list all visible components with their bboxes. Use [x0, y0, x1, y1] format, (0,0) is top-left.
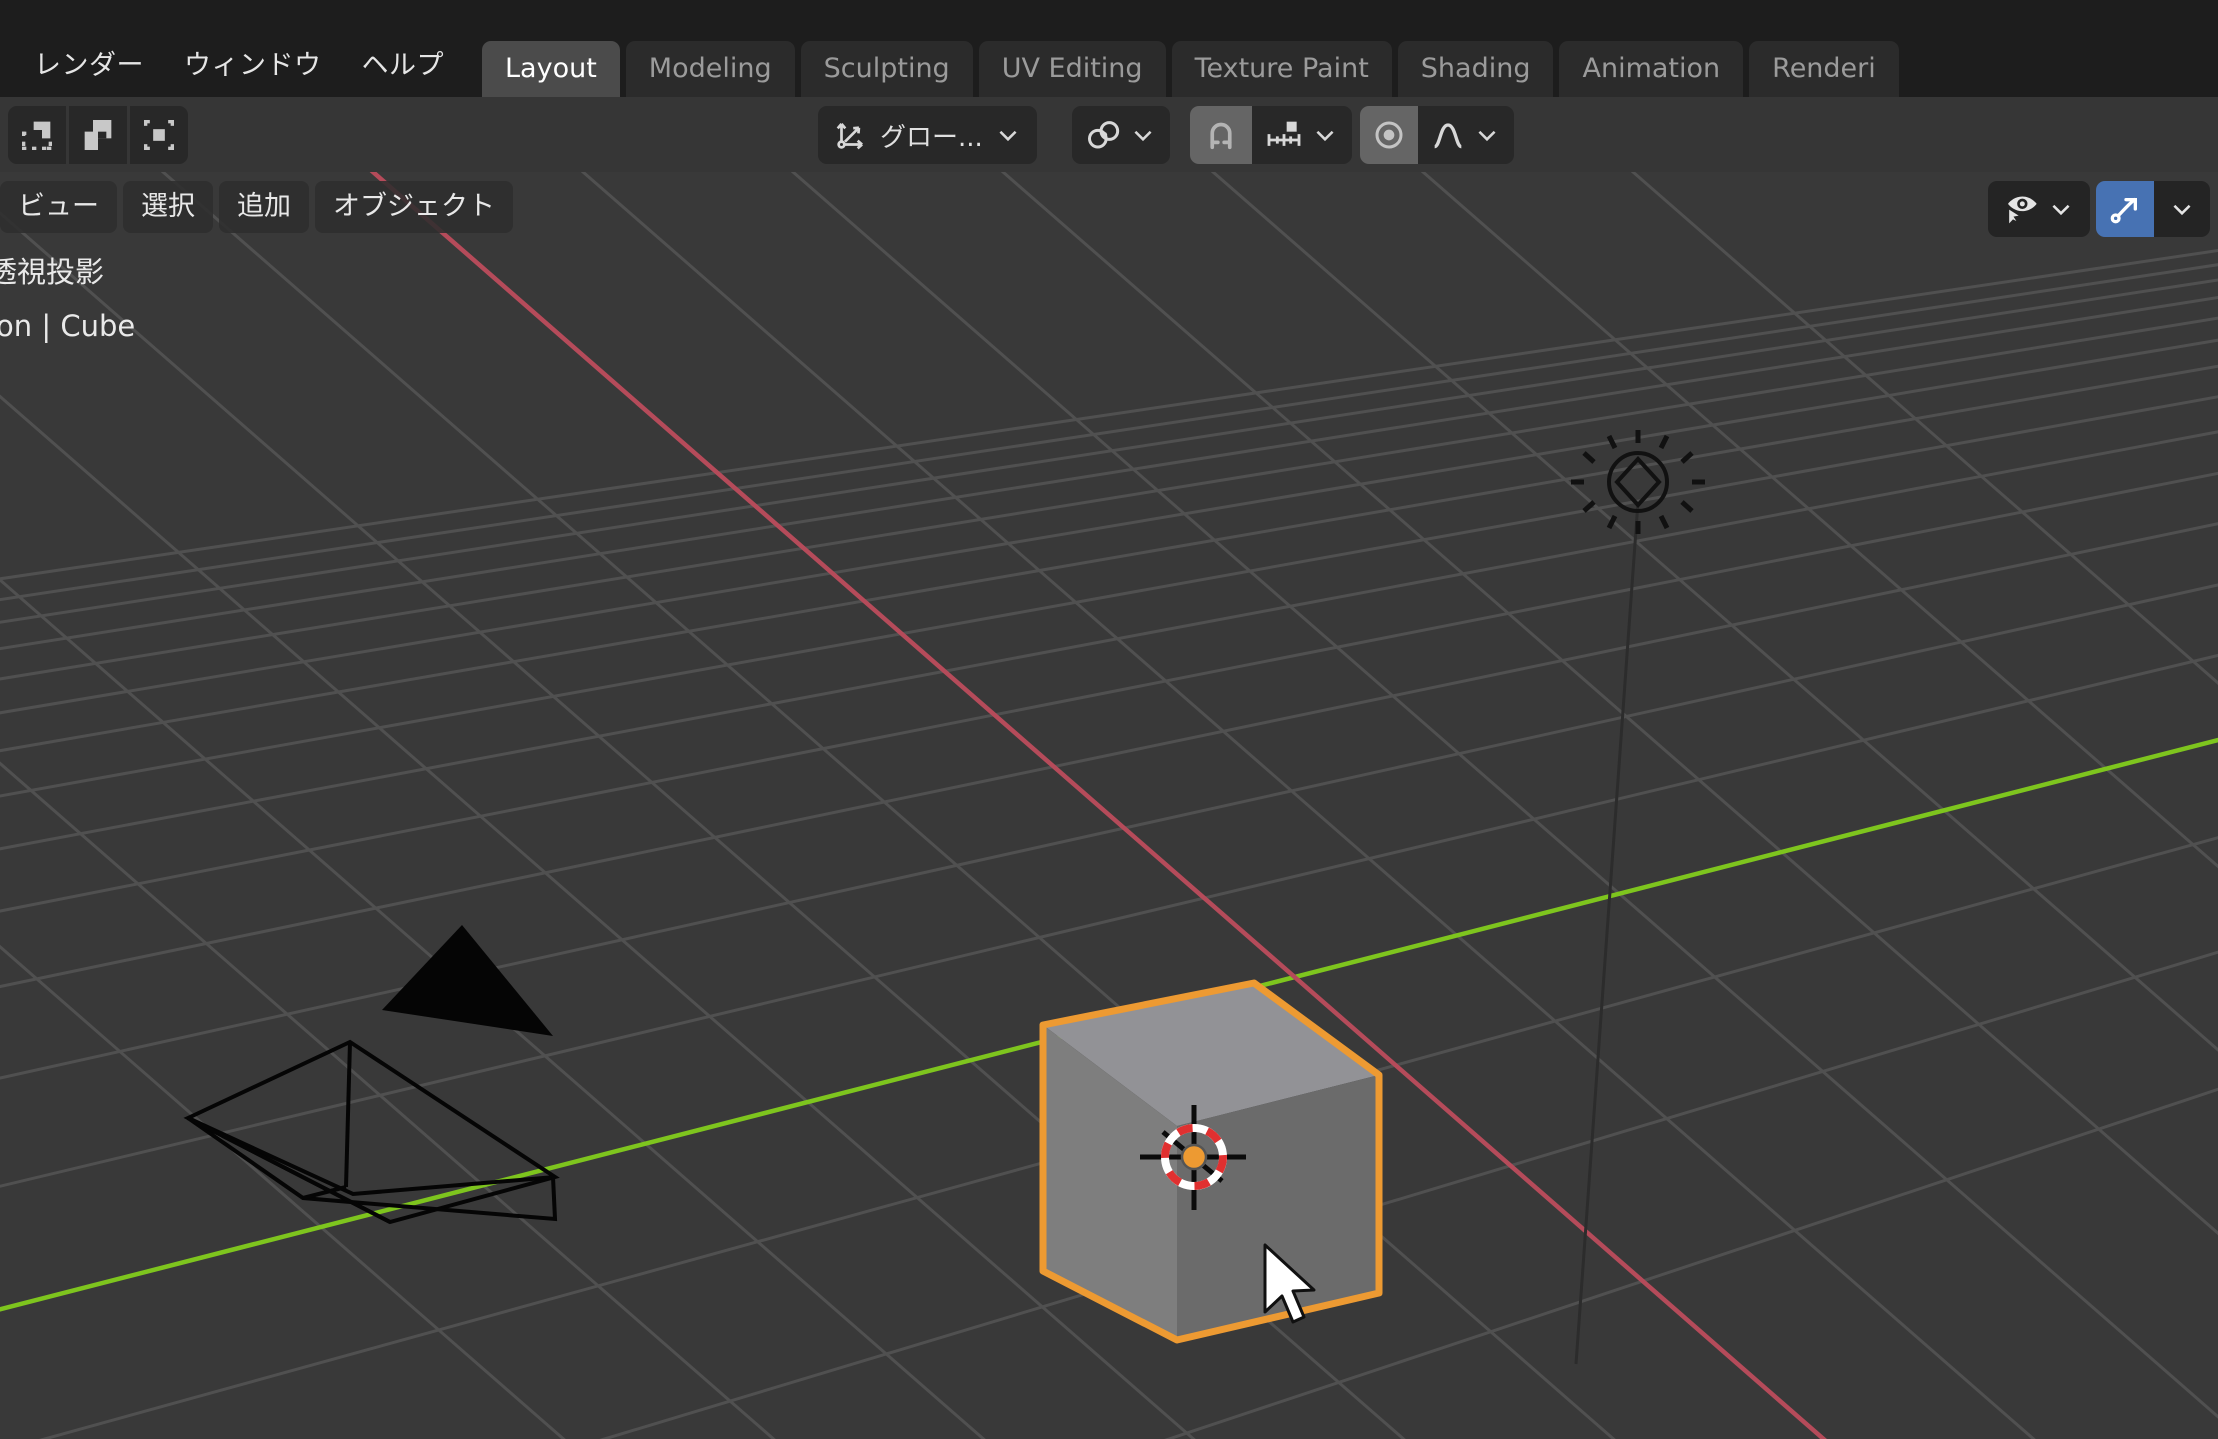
snap-toggle-button[interactable]: [1190, 106, 1252, 164]
tab-layout[interactable]: Layout: [482, 41, 620, 97]
select-mode-group: [8, 106, 188, 164]
transform-orientation-icon: [836, 123, 863, 150]
chevron-down-icon: [999, 130, 1017, 142]
viewport-header: ビュー 選択 追加 オブジェクト: [0, 172, 2218, 242]
proportional-editing-icon: [1375, 121, 1403, 149]
blender-window: レンダー ウィンドウ ヘルプ Layout Modeling Sculpting…: [0, 0, 2218, 1439]
tool-header: グロー...: [0, 97, 2218, 172]
chevron-down-icon: [1316, 130, 1334, 142]
topbar-menu-group: レンダー ウィンドウ ヘルプ: [0, 35, 464, 97]
visibility-dropdown-button[interactable]: [1988, 181, 2090, 237]
viewport-header-right: [1988, 181, 2210, 237]
proportional-falloff-dropdown[interactable]: [1418, 106, 1514, 164]
object-origin-dot: [1180, 1143, 1208, 1171]
snap-target-dropdown[interactable]: [1252, 106, 1352, 164]
select-subtract-icon: [144, 120, 174, 150]
tab-texture-paint[interactable]: Texture Paint: [1171, 41, 1392, 97]
tab-animation[interactable]: Animation: [1559, 41, 1744, 97]
tab-rendering[interactable]: Renderi: [1749, 41, 1899, 97]
viewport-scene: [0, 172, 2218, 1439]
gizmo-toggle-button[interactable]: [2096, 181, 2154, 237]
smooth-falloff-curve-icon: [1433, 123, 1463, 149]
viewport-menu-object[interactable]: オブジェクト: [315, 181, 513, 233]
viewport-menu-select[interactable]: 選択: [123, 181, 213, 233]
pivot-point-icon: [1088, 121, 1120, 149]
select-set-icon: [22, 121, 52, 150]
chevron-down-icon: [2052, 204, 2070, 216]
gizmo-icon: [2110, 198, 2137, 224]
gizmo-dropdown-button[interactable]: [2154, 181, 2210, 237]
proportional-editing-toggle[interactable]: [1360, 106, 1418, 164]
transform-orientation-group: グロー...: [818, 106, 1037, 164]
chevron-down-icon: [2173, 204, 2191, 216]
tab-uv-editing[interactable]: UV Editing: [978, 41, 1166, 97]
cube-object[interactable]: [1039, 979, 1383, 1344]
menu-render[interactable]: レンダー: [14, 35, 164, 97]
pivot-point-dropdown[interactable]: [1072, 106, 1170, 164]
snap-group: [1190, 106, 1352, 164]
chevron-down-icon: [1478, 130, 1496, 142]
transform-orientation-dropdown[interactable]: グロー...: [818, 106, 1037, 164]
select-extend-icon: [84, 120, 112, 150]
select-subtract-button[interactable]: [130, 106, 188, 164]
magnet-icon: [1210, 122, 1232, 150]
visibility-eye-icon: [2008, 196, 2037, 224]
workspace-tabs: Layout Modeling Sculpting UV Editing Tex…: [482, 35, 1905, 97]
proportional-editing-group: [1360, 106, 1514, 164]
snap-increment-icon: [1267, 121, 1301, 146]
transform-orientation-label: グロー...: [880, 122, 983, 153]
3d-viewport[interactable]: ビュー 選択 追加 オブジェクト 透視投影 ion | Cube: [0, 172, 2218, 1439]
viewport-menu-add[interactable]: 追加: [219, 181, 309, 233]
viewport-menu-view[interactable]: ビュー: [0, 181, 117, 233]
tab-sculpting[interactable]: Sculpting: [800, 41, 973, 97]
topbar: レンダー ウィンドウ ヘルプ Layout Modeling Sculpting…: [0, 35, 2218, 97]
tab-modeling[interactable]: Modeling: [625, 41, 795, 97]
menu-window[interactable]: ウィンドウ: [164, 35, 342, 97]
chevron-down-icon: [1134, 130, 1152, 142]
menu-help[interactable]: ヘルプ: [342, 35, 465, 97]
select-set-button[interactable]: [8, 106, 66, 164]
tab-shading[interactable]: Shading: [1397, 41, 1554, 97]
pivot-point-group: [1072, 106, 1170, 164]
select-extend-button[interactable]: [69, 106, 127, 164]
